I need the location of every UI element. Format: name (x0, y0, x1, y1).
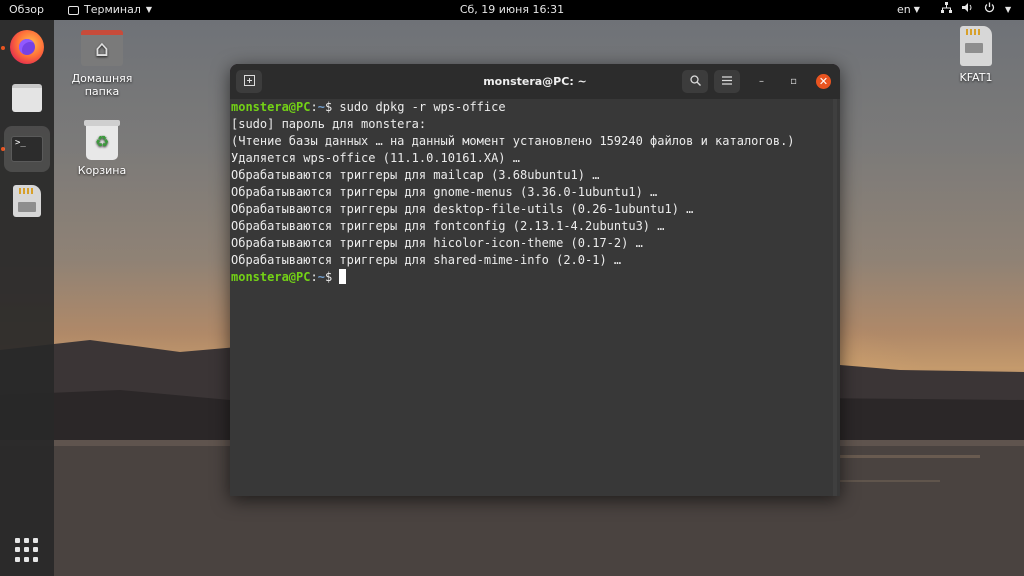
language-selector[interactable]: en ▼ (897, 0, 920, 20)
power-icon (984, 0, 995, 20)
output-line: [sudo] пароль для monstera: (231, 117, 427, 131)
minimize-icon: – (759, 76, 764, 87)
command-line: monstera@PC:~$ sudo dpkg -r wps-office (231, 99, 506, 116)
text-cursor (339, 269, 347, 284)
prompt-path: ~ (317, 100, 325, 114)
output-line: Обрабатываются триггеры для desktop-file… (231, 202, 694, 216)
close-button[interactable]: ✕ (816, 74, 831, 89)
window-title: monstera@PC: ~ (483, 75, 587, 88)
top-bar: Обзор Терминал ▼ Сб, 19 июня 16:31 en ▼ … (0, 0, 1024, 20)
desktop-home-label: Домашняя папка (71, 72, 133, 98)
output-line: Обрабатываются триггеры для fontconfig (… (231, 219, 665, 233)
system-tray[interactable]: ▼ (941, 0, 1011, 20)
sd-card-icon (13, 185, 41, 217)
volume-icon (962, 0, 974, 20)
terminal-output[interactable]: monstera@PC:~$ sudo dpkg -r wps-office [… (230, 99, 840, 496)
output-line: Обрабатываются триггеры для hicolor-icon… (231, 236, 643, 250)
terminal-headerbar[interactable]: monstera@PC: ~ – ▫ ✕ (230, 64, 840, 99)
activities-button[interactable]: Обзор (9, 0, 44, 20)
home-folder-icon (81, 30, 123, 66)
terminal-app-icon (68, 5, 79, 15)
prompt-line[interactable]: monstera@PC:~$ (231, 269, 347, 286)
prompt-separator: : (310, 270, 318, 284)
output-line: Обрабатываются триггеры для gnome-menus … (231, 185, 658, 199)
command-text: sudo dpkg -r wps-office (332, 100, 506, 114)
dock-item-sd-card[interactable] (4, 178, 50, 224)
terminal-window[interactable]: monstera@PC: ~ – ▫ ✕ monstera@PC:~$ sudo… (230, 64, 840, 496)
dock: >_ (0, 20, 54, 576)
maximize-icon: ▫ (790, 76, 797, 87)
output-line: Удаляется wps-office (11.1.0.10161.XA) … (231, 151, 520, 165)
maximize-button[interactable]: ▫ (786, 74, 801, 89)
prompt-user: monstera@PC (231, 100, 311, 114)
dock-item-terminal[interactable]: >_ (4, 126, 50, 172)
trash-icon (84, 120, 120, 160)
minimize-button[interactable]: – (754, 74, 769, 89)
desktop-drive[interactable]: KFAT1 (946, 26, 1006, 84)
hamburger-menu-icon (722, 74, 732, 88)
output-line: (Чтение базы данных … на данный момент у… (231, 134, 795, 148)
firefox-icon (10, 30, 44, 64)
search-button[interactable] (682, 70, 708, 93)
desktop-trash[interactable]: Корзина (68, 120, 136, 177)
output-line: Обрабатываются триггеры для mailcap (3.6… (231, 168, 600, 182)
desktop-drive-label: KFAT1 (959, 71, 993, 84)
sd-card-icon (960, 26, 992, 66)
close-icon: ✕ (818, 75, 829, 88)
network-icon (941, 0, 952, 20)
search-icon (689, 74, 701, 88)
app-menu[interactable]: Терминал ▼ (68, 0, 152, 20)
terminal-scrollbar[interactable] (833, 99, 837, 496)
prompt-separator: : (310, 100, 318, 114)
new-tab-button[interactable] (236, 70, 262, 93)
language-label: en (897, 3, 911, 16)
dock-item-files[interactable] (4, 75, 50, 121)
apps-grid-icon[interactable] (15, 538, 39, 562)
terminal-icon: >_ (11, 136, 43, 162)
new-tab-icon (243, 74, 255, 88)
prompt-user: monstera@PC (231, 270, 311, 284)
prompt-sign: $ (324, 270, 333, 284)
prompt-path: ~ (317, 270, 325, 284)
desktop-trash-label: Корзина (77, 164, 127, 177)
files-icon (12, 84, 42, 112)
chevron-down-icon: ▼ (913, 5, 920, 14)
desktop-home-folder[interactable]: Домашняя папка (56, 30, 148, 98)
chevron-down-icon: ▼ (145, 5, 153, 14)
menu-button[interactable] (714, 70, 740, 93)
clock[interactable]: Сб, 19 июня 16:31 (460, 3, 564, 16)
chevron-down-icon: ▼ (1005, 5, 1012, 14)
app-menu-label: Терминал (84, 3, 141, 16)
output-line: Обрабатываются триггеры для shared-mime-… (231, 253, 622, 267)
dock-item-firefox[interactable] (4, 24, 50, 70)
